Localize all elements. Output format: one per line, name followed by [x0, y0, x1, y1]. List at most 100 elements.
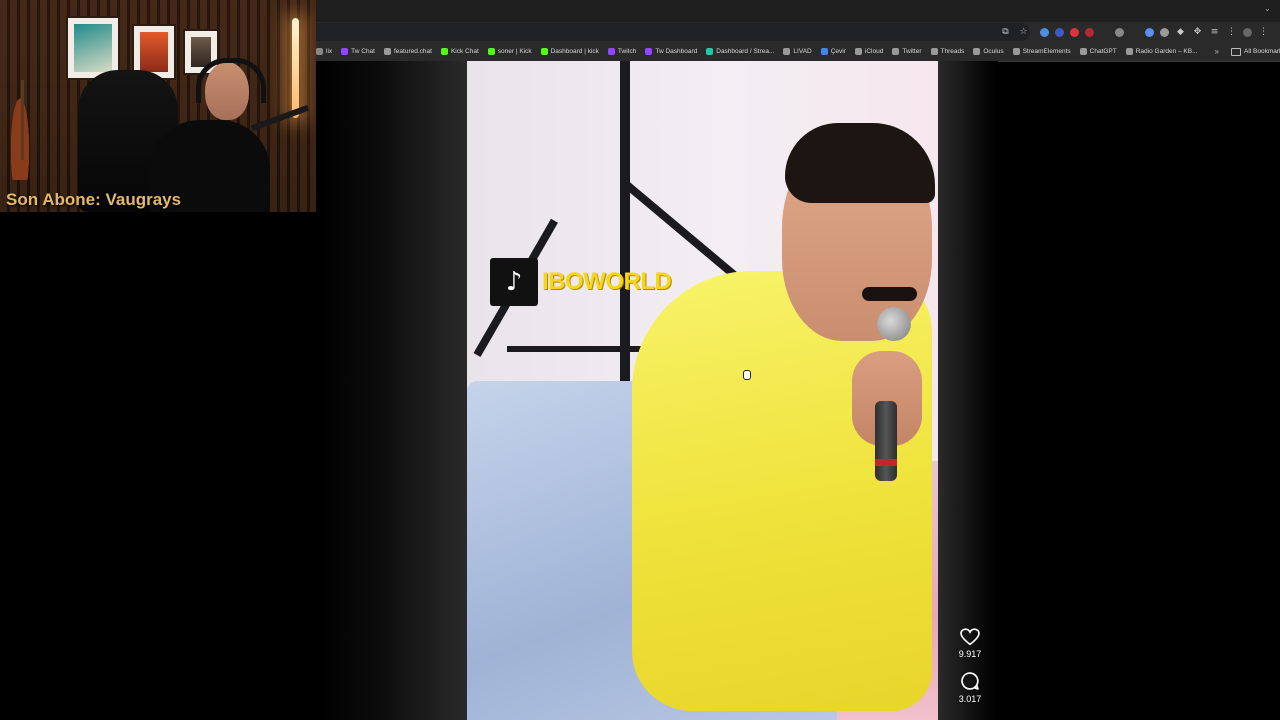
bookmark-item[interactable]: ChatGPT	[1079, 48, 1117, 55]
kebab-menu-icon[interactable]: ⋮	[1258, 27, 1269, 38]
extension-icon[interactable]	[1085, 27, 1094, 37]
folder-icon	[1230, 47, 1241, 56]
bookmark-label: iCloud	[864, 48, 884, 55]
bookmark-favicon-icon	[1079, 48, 1087, 55]
extension-icon[interactable]	[1145, 27, 1154, 37]
bookmark-favicon-icon	[930, 48, 938, 55]
video-player[interactable]: ♪ IBOWORLD	[467, 61, 938, 720]
bookmark-star-icon[interactable]: ☆	[1018, 27, 1029, 38]
address-bar[interactable]	[316, 23, 1030, 41]
bookmarks-bar: lix Tw Chat featured.chat Kick Chat soner | …	[316, 42, 1280, 62]
bookmark-item[interactable]: Tw Dashboard	[645, 48, 697, 55]
bookmark-favicon-icon	[820, 48, 828, 55]
bookmark-item[interactable]: Radio Garden – KB...	[1125, 48, 1198, 55]
bookmark-favicon-icon	[783, 48, 791, 55]
all-bookmarks-button[interactable]: All Bookmarks	[1230, 47, 1280, 56]
heart-icon	[960, 628, 980, 646]
bookmark-label: soner | Kick	[497, 48, 532, 55]
bookmark-favicon-icon	[706, 48, 714, 55]
all-bookmarks-label: All Bookmarks	[1243, 48, 1280, 55]
bookmark-favicon-icon	[383, 48, 391, 55]
video-actions: 9.917 3.017	[950, 628, 990, 716]
extensions-row: ◆ ✥ ≡ ⋮ ⋮	[1040, 26, 1269, 38]
bookmark-label: Radio Garden – KB...	[1135, 48, 1198, 55]
bookmark-label: lix	[326, 48, 333, 55]
bookmark-item[interactable]: Kick Chat	[440, 48, 479, 55]
menu-lines-icon[interactable]: ≡	[1209, 27, 1220, 38]
bookmark-item[interactable]: lix	[316, 48, 332, 55]
bookmark-item[interactable]: Çevir	[820, 48, 846, 55]
bookmark-item[interactable]: Twitter	[892, 48, 922, 55]
extension-icon[interactable]	[1100, 27, 1109, 37]
tiktok-watermark: ♪ IBOWORLD	[490, 258, 672, 306]
extension-icon[interactable]	[1070, 27, 1079, 37]
bookmark-favicon-icon	[1125, 48, 1133, 55]
profile-avatar[interactable]	[1243, 27, 1252, 37]
bookmark-label: featured.chat	[393, 48, 432, 55]
webcam-overlay: Son Abone: Vaugrays	[0, 0, 316, 212]
extension-icon[interactable]	[1040, 27, 1049, 37]
bookmark-label: StreamElements	[1022, 48, 1071, 55]
bookmark-item[interactable]: Tw Chat	[341, 48, 375, 55]
install-app-icon[interactable]: ⧉	[1000, 27, 1011, 38]
headphones	[196, 58, 266, 103]
bookmark-label: Tw Chat	[351, 48, 375, 55]
lamp	[292, 18, 299, 118]
like-button[interactable]: 9.917	[950, 628, 990, 659]
bookmark-favicon-icon	[316, 48, 323, 55]
bookmark-favicon-icon	[341, 48, 349, 55]
microphone	[875, 401, 897, 481]
bookmark-favicon-icon	[440, 48, 448, 55]
guitar	[4, 60, 36, 180]
bookmark-favicon-icon	[487, 48, 495, 55]
bookmark-favicon-icon	[973, 48, 981, 55]
extension-icon[interactable]	[1115, 27, 1124, 37]
menu-split-icon[interactable]: ⋮	[1226, 27, 1237, 38]
browser-toolbar: ⧉ ☆ ◆ ✥ ≡ ⋮ ⋮	[316, 22, 1280, 42]
browser-tab-strip: ⌄	[316, 0, 1280, 22]
bookmark-label: Dashboard / Strea...	[716, 48, 775, 55]
bookmark-label: Oculus	[983, 48, 1004, 55]
bookmark-item[interactable]: featured.chat	[383, 48, 432, 55]
comment-count: 3.017	[958, 694, 982, 704]
bookmark-label: Kick Chat	[450, 48, 479, 55]
latest-subscriber-label: Son Abone: Vaugrays	[6, 190, 182, 209]
extension-icon[interactable]	[1160, 27, 1169, 37]
bookmark-label: LIVAD	[793, 48, 812, 55]
comment-button[interactable]: 3.017	[950, 671, 990, 704]
extension-icon[interactable]	[1055, 27, 1064, 37]
bookmark-favicon-icon	[1012, 48, 1020, 55]
video-backdrop-left	[316, 61, 467, 720]
bookmark-item[interactable]: Oculus	[973, 48, 1004, 55]
bookmarks-overflow-button[interactable]: »	[1215, 47, 1219, 56]
tiktok-logo-icon: ♪	[490, 258, 538, 306]
bookmark-item[interactable]: StreamElements	[1012, 48, 1071, 55]
bookmark-item[interactable]: Dashboard / Strea...	[706, 48, 774, 55]
bookmark-favicon-icon	[540, 48, 548, 55]
bookmark-item[interactable]: LIVAD	[783, 48, 812, 55]
like-count: 9.917	[958, 649, 982, 659]
tab-search-icon[interactable]: ⌄	[1264, 4, 1274, 14]
bookmark-favicon-icon	[607, 48, 615, 55]
extension-icon[interactable]	[1130, 27, 1139, 37]
bookmark-label: Twitch	[617, 48, 637, 55]
bookmark-favicon-icon	[892, 48, 900, 55]
puzzle-icon[interactable]: ✥	[1192, 27, 1203, 38]
bookmark-item[interactable]: soner | Kick	[487, 48, 532, 55]
bookmark-item[interactable]: iCloud	[854, 48, 884, 55]
video-backdrop-right	[938, 61, 998, 720]
bookmark-favicon-icon	[854, 48, 862, 55]
bookmark-label: Dashboard | kick	[550, 48, 599, 55]
bookmark-label: Twitter	[902, 48, 922, 55]
bookmark-item[interactable]: Twitch	[607, 48, 637, 55]
bookmark-item[interactable]: Threads	[930, 48, 965, 55]
comment-icon	[961, 672, 979, 690]
bookmark-favicon-icon	[645, 48, 653, 55]
bookmark-label: Tw Dashboard	[655, 48, 698, 55]
shield-icon[interactable]: ◆	[1175, 27, 1186, 38]
bookmark-label: Çevir	[830, 48, 846, 55]
bookmark-item[interactable]: Dashboard | kick	[540, 48, 599, 55]
bookmark-label: ChatGPT	[1089, 48, 1117, 55]
bookmark-label: Threads	[940, 48, 965, 55]
watermark-text: IBOWORLD	[542, 268, 672, 295]
